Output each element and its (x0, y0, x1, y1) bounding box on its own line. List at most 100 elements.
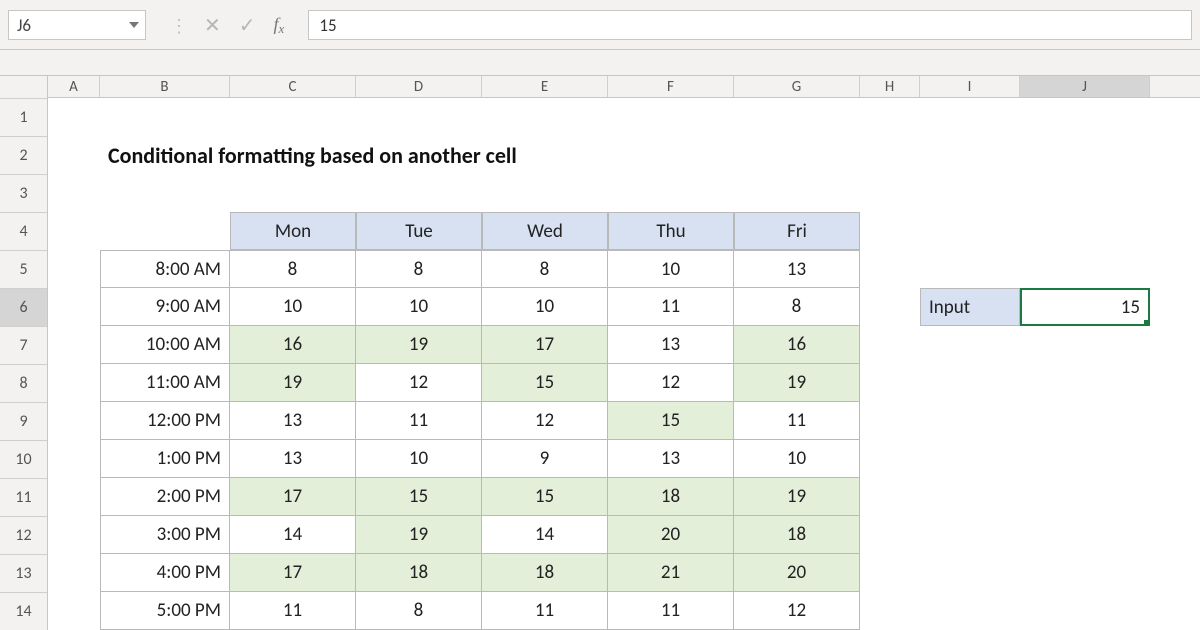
input-label[interactable]: Input (920, 288, 1020, 326)
cell[interactable] (356, 98, 482, 136)
cell[interactable] (1020, 326, 1150, 364)
data-cell[interactable]: 14 (482, 516, 608, 554)
cell[interactable] (48, 478, 100, 516)
data-cell[interactable]: 13 (230, 402, 356, 440)
data-cell[interactable]: 16 (734, 326, 860, 364)
row-header-7[interactable]: 7 (0, 326, 47, 364)
cell[interactable] (100, 174, 230, 212)
cell[interactable] (48, 174, 100, 212)
time-cell[interactable]: 12:00 PM (100, 402, 230, 440)
data-cell[interactable]: 15 (608, 402, 734, 440)
table-header[interactable]: Fri (734, 212, 860, 250)
row-header-14[interactable]: 14 (0, 592, 47, 630)
col-header-F[interactable]: F (608, 76, 734, 97)
cell[interactable] (48, 98, 100, 136)
cell[interactable] (860, 554, 920, 592)
data-cell[interactable]: 9 (482, 440, 608, 478)
data-cell[interactable]: 17 (230, 554, 356, 592)
data-cell[interactable]: 8 (230, 250, 356, 288)
fx-icon[interactable]: fx (274, 14, 285, 37)
data-cell[interactable]: 13 (608, 440, 734, 478)
cell[interactable] (920, 402, 1020, 440)
data-cell[interactable]: 8 (734, 288, 860, 326)
input-value active-cell[interactable]: 15 (1020, 288, 1150, 326)
cell[interactable] (230, 174, 356, 212)
row-header-12[interactable]: 12 (0, 516, 47, 554)
row-header-6[interactable]: 6 (0, 288, 47, 326)
data-cell[interactable]: 13 (230, 440, 356, 478)
cell[interactable] (860, 326, 920, 364)
chevron-down-icon[interactable] (129, 22, 139, 28)
cell[interactable] (356, 174, 482, 212)
data-cell[interactable]: 19 (356, 326, 482, 364)
table-header[interactable]: Mon (230, 212, 356, 250)
row-header-11[interactable]: 11 (0, 478, 47, 516)
cell[interactable] (920, 440, 1020, 478)
time-cell[interactable]: 2:00 PM (100, 478, 230, 516)
data-cell[interactable]: 8 (356, 592, 482, 630)
drag-handle-icon[interactable]: ⋮ (170, 15, 186, 37)
col-header-J[interactable]: J (1020, 76, 1150, 97)
data-cell[interactable]: 10 (734, 440, 860, 478)
select-all-corner[interactable] (0, 76, 47, 98)
data-cell[interactable]: 18 (482, 554, 608, 592)
col-header-G[interactable]: G (734, 76, 860, 97)
cell[interactable] (1020, 592, 1150, 630)
cell[interactable] (230, 98, 356, 136)
data-cell[interactable]: 12 (356, 364, 482, 402)
data-cell[interactable]: 11 (482, 592, 608, 630)
cell[interactable] (1020, 554, 1150, 592)
row-header-1[interactable]: 1 (0, 98, 47, 136)
data-cell[interactable]: 12 (482, 402, 608, 440)
table-header[interactable]: Wed (482, 212, 608, 250)
cell[interactable] (920, 212, 1020, 250)
col-header-C[interactable]: C (230, 76, 356, 97)
cell[interactable] (48, 136, 100, 174)
cell[interactable] (1020, 516, 1150, 554)
cell[interactable] (734, 174, 860, 212)
cell[interactable] (1020, 98, 1150, 136)
cell[interactable] (920, 478, 1020, 516)
data-cell[interactable]: 15 (482, 364, 608, 402)
row-header-4[interactable]: 4 (0, 212, 47, 250)
row-header-10[interactable]: 10 (0, 440, 47, 478)
col-header-H[interactable]: H (860, 76, 920, 97)
cell[interactable] (48, 402, 100, 440)
cell[interactable] (1020, 440, 1150, 478)
data-cell[interactable]: 8 (482, 250, 608, 288)
col-header-E[interactable]: E (482, 76, 608, 97)
cell[interactable] (1020, 174, 1150, 212)
time-cell[interactable]: 1:00 PM (100, 440, 230, 478)
data-cell[interactable]: 11 (734, 402, 860, 440)
cell[interactable] (860, 250, 920, 288)
time-cell[interactable]: 11:00 AM (100, 364, 230, 402)
cell[interactable] (100, 98, 230, 136)
data-cell[interactable]: 10 (356, 288, 482, 326)
time-cell[interactable]: 4:00 PM (100, 554, 230, 592)
data-cell[interactable]: 20 (608, 516, 734, 554)
cell[interactable] (48, 592, 100, 630)
name-box[interactable]: J6 (8, 10, 146, 40)
data-cell[interactable]: 19 (230, 364, 356, 402)
data-cell[interactable]: 18 (356, 554, 482, 592)
data-cell[interactable]: 19 (356, 516, 482, 554)
formula-input[interactable]: 15 (308, 10, 1192, 40)
cell[interactable] (48, 212, 100, 250)
col-header-A[interactable]: A (48, 76, 100, 97)
data-cell[interactable]: 15 (482, 478, 608, 516)
data-cell[interactable]: 15 (356, 478, 482, 516)
data-cell[interactable]: 10 (482, 288, 608, 326)
data-cell[interactable]: 17 (482, 326, 608, 364)
table-header[interactable]: Thu (608, 212, 734, 250)
cell[interactable] (920, 326, 1020, 364)
data-cell[interactable]: 13 (734, 250, 860, 288)
data-cell[interactable]: 11 (356, 402, 482, 440)
data-cell[interactable]: 11 (608, 592, 734, 630)
cell[interactable] (482, 98, 608, 136)
cell[interactable] (734, 98, 860, 136)
page-title[interactable]: Conditional formatting based on another … (100, 136, 800, 174)
cell[interactable] (1020, 250, 1150, 288)
row-header-9[interactable]: 9 (0, 402, 47, 440)
col-header-B[interactable]: B (100, 76, 230, 97)
cell[interactable] (860, 212, 920, 250)
